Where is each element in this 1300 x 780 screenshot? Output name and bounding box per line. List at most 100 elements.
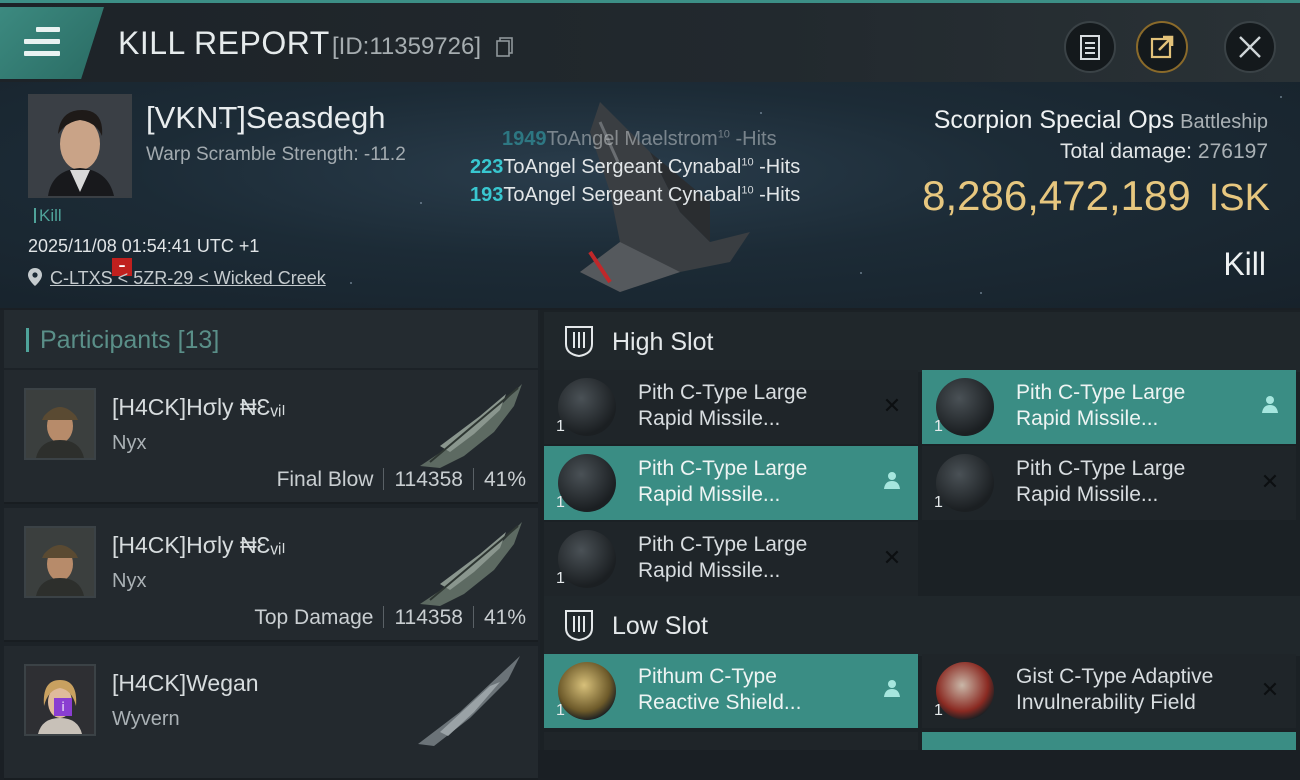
participants-count: [13] bbox=[177, 326, 220, 354]
module-slot[interactable] bbox=[544, 732, 918, 750]
hamburger-icon bbox=[24, 27, 60, 63]
victim-name[interactable]: [VKNT]Seasdegh bbox=[146, 100, 386, 136]
participant-percent: 41% bbox=[483, 606, 526, 629]
location-link[interactable]: C-LTXS < 5ZR-29 < Wicked Creek bbox=[28, 268, 326, 289]
participant-ship: Wyvern bbox=[112, 708, 180, 730]
low-slot-header: Low Slot bbox=[544, 596, 1300, 656]
module-quantity: 1 bbox=[556, 570, 565, 587]
isk-value: 8,286,472,189 ISK bbox=[922, 172, 1270, 220]
module-name: Pith C-Type Large Rapid Missile... bbox=[638, 533, 808, 582]
high-slot-header: High Slot bbox=[544, 312, 1300, 372]
ship-name: Scorpion Special Ops Battleship bbox=[934, 106, 1268, 135]
high-slot-icon bbox=[565, 326, 593, 358]
ship-image bbox=[418, 656, 520, 746]
kill-tag: Kill bbox=[34, 206, 62, 226]
module-slot[interactable]: 1 Pith C-Type Large Rapid Missile... ✕ bbox=[922, 446, 1296, 520]
module-quantity: 1 bbox=[934, 702, 943, 719]
module-slot[interactable]: 1 Pith C-Type Large Rapid Missile... ✕ bbox=[544, 522, 918, 596]
module-quantity: 1 bbox=[556, 494, 565, 511]
module-name: Gist C-Type Adaptive Invulnerability Fiel… bbox=[1016, 665, 1214, 714]
missile-launcher-icon bbox=[558, 378, 616, 436]
close-icon: ✕ bbox=[1260, 469, 1280, 494]
participant-name: [H4CK]Hσly ₦Ɛᵥᵢₗ bbox=[112, 532, 286, 558]
close-button[interactable] bbox=[1224, 21, 1276, 73]
missile-launcher-icon bbox=[936, 378, 994, 436]
report-id: [ID:11359726] bbox=[332, 33, 482, 60]
share-button[interactable] bbox=[1136, 21, 1188, 73]
location-pin-icon bbox=[28, 268, 42, 286]
participant-role: Final Blow bbox=[276, 468, 374, 491]
victim-panel: – [VKNT]Seasdegh Warp Scramble Strength:… bbox=[0, 82, 1300, 308]
participant-card[interactable]: i [H4CK]Wegan Wyvern bbox=[4, 646, 538, 780]
shield-icon bbox=[936, 662, 994, 720]
participant-name: [H4CK]Wegan bbox=[112, 670, 259, 696]
page-title: KILL REPORT bbox=[118, 25, 330, 61]
participant-role: Top Damage bbox=[254, 606, 374, 629]
module-slot[interactable]: 1 Pith C-Type Large Rapid Missile... bbox=[544, 446, 918, 520]
low-slot-label: Low Slot bbox=[612, 612, 708, 640]
participant-damage: 114358 bbox=[394, 606, 463, 629]
hit-row: 193ToAngel Sergeant Cynabal10 -Hits bbox=[470, 184, 801, 206]
fitting-panel: High Slot 1 Pith C-Type Large Rapid Missi… bbox=[540, 310, 1300, 750]
result-label: Kill bbox=[1223, 246, 1266, 282]
missile-launcher-icon bbox=[558, 530, 616, 588]
total-damage-label: Total damage: bbox=[1060, 140, 1192, 163]
timestamp: 2025/11/08 01:54:41 UTC +1 bbox=[28, 236, 260, 256]
missile-launcher-icon bbox=[558, 454, 616, 512]
participant-card[interactable]: [H4CK]Hσly ₦Ɛᵥᵢₗ Nyx Top Damage 114358 41% bbox=[4, 508, 538, 642]
person-icon bbox=[1258, 394, 1282, 418]
hit-row: 223ToAngel Sergeant Cynabal10 -Hits bbox=[470, 156, 801, 178]
participant-name: [H4CK]Hσly ₦Ɛᵥᵢₗ bbox=[112, 394, 286, 420]
shield-icon bbox=[558, 662, 616, 720]
module-name: Pithum C-Type Reactive Shield... bbox=[638, 665, 802, 714]
close-icon: ✕ bbox=[882, 393, 902, 418]
missile-launcher-icon bbox=[936, 454, 994, 512]
module-slot[interactable]: 1 Pith C-Type Large Rapid Missile... bbox=[922, 370, 1296, 444]
participant-ship: Nyx bbox=[112, 432, 147, 454]
module-name: Pith C-Type Large Rapid Missile... bbox=[1016, 457, 1186, 506]
low-slot-icon bbox=[565, 610, 593, 642]
participants-header: Participants [13] bbox=[4, 310, 538, 368]
module-slot[interactable] bbox=[922, 732, 1296, 750]
module-slot[interactable]: 1 Gist C-Type Adaptive Invulnerability Fi… bbox=[922, 654, 1296, 728]
module-slot[interactable]: 1 Pithum C-Type Reactive Shield... bbox=[544, 654, 918, 728]
ship-image bbox=[420, 384, 522, 468]
menu-button[interactable] bbox=[0, 7, 104, 79]
warp-scramble-strength: Warp Scramble Strength: -11.2 bbox=[146, 144, 406, 165]
ship-class: Battleship bbox=[1180, 111, 1268, 133]
participants-panel: Participants [13] [H4CK]Hσly ₦Ɛᵥᵢₗ Nyx F… bbox=[0, 310, 540, 780]
close-icon: ✕ bbox=[1260, 677, 1280, 702]
module-name: Pith C-Type Large Rapid Missile... bbox=[638, 457, 808, 506]
victim-portrait[interactable] bbox=[28, 94, 132, 198]
participant-damage: 114358 bbox=[394, 468, 463, 491]
kill-tag-label: Kill bbox=[39, 206, 62, 225]
participant-stats: Final Blow 114358 41% bbox=[277, 468, 526, 492]
close-icon: ✕ bbox=[882, 545, 902, 570]
clipboard-icon bbox=[1080, 35, 1100, 60]
share-icon bbox=[1150, 35, 1174, 59]
copy-icon[interactable] bbox=[496, 37, 514, 57]
isk-amount: 8,286,472,189 bbox=[922, 172, 1191, 219]
module-quantity: 1 bbox=[556, 418, 565, 435]
avatar bbox=[24, 526, 96, 598]
module-quantity: 1 bbox=[934, 494, 943, 511]
header-bar: KILL REPORT [ID:11359726] bbox=[0, 0, 1300, 82]
module-name: Pith C-Type Large Rapid Missile... bbox=[1016, 381, 1186, 430]
module-quantity: 1 bbox=[934, 418, 943, 435]
module-quantity: 1 bbox=[556, 702, 565, 719]
participant-ship: Nyx bbox=[112, 570, 147, 592]
hit-row: 1949ToAngel Maelstrom10 -Hits bbox=[502, 128, 777, 150]
ship-name-text: Scorpion Special Ops bbox=[933, 106, 1175, 134]
module-slot[interactable]: 1 Pith C-Type Large Rapid Missile... ✕ bbox=[544, 370, 918, 444]
location-text[interactable]: C-LTXS < 5ZR-29 < Wicked Creek bbox=[50, 268, 326, 288]
person-icon bbox=[880, 678, 904, 702]
high-slot-label: High Slot bbox=[612, 328, 714, 356]
victim-avatar bbox=[30, 96, 130, 196]
clipboard-button[interactable] bbox=[1064, 21, 1116, 73]
module-name: Pith C-Type Large Rapid Missile... bbox=[638, 381, 808, 430]
avatar bbox=[24, 388, 96, 460]
participant-stats: Top Damage 114358 41% bbox=[254, 606, 526, 630]
total-damage: Total damage: 276197 bbox=[1060, 140, 1268, 164]
participant-card[interactable]: [H4CK]Hσly ₦Ɛᵥᵢₗ Nyx Final Blow 114358 41% bbox=[4, 370, 538, 504]
person-icon bbox=[880, 470, 904, 494]
